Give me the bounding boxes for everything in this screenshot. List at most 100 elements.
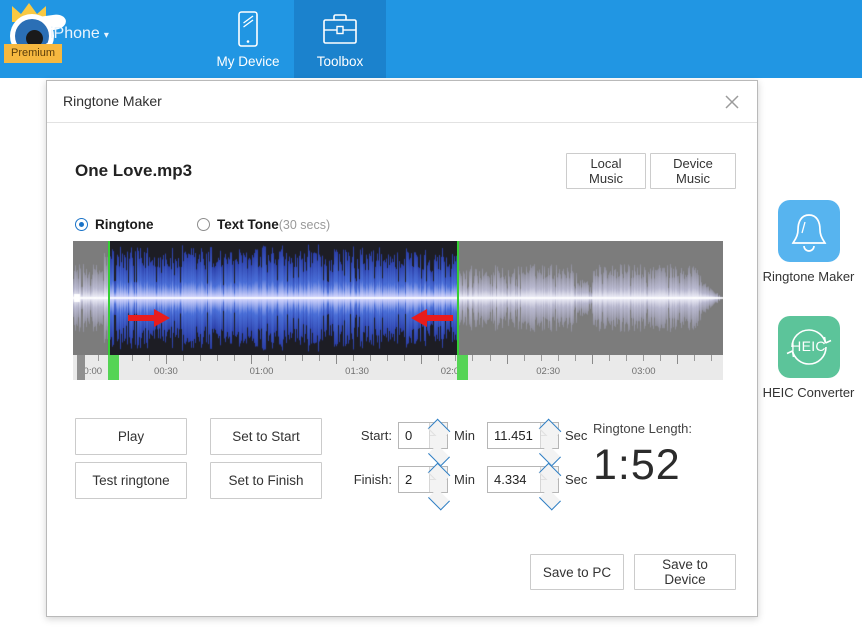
tablet-icon — [202, 10, 294, 50]
sidebar-item-heic-converter-label: HEIC Converter — [762, 385, 855, 400]
ruler-tick — [489, 355, 491, 361]
start-min-unit: Min — [454, 428, 475, 443]
finish-label: Finish: — [353, 472, 392, 487]
ruler-tick — [608, 355, 610, 361]
tab-my-device[interactable]: My Device — [202, 0, 294, 78]
ringtone-maker-dialog: Ringtone Maker One Love.mp3 Local Music … — [46, 80, 758, 617]
selection-start-edge[interactable] — [107, 241, 110, 355]
set-to-finish-button[interactable]: Set to Finish — [210, 462, 322, 499]
radio-text-tone[interactable]: Text Tone(30 secs) — [196, 216, 331, 234]
waveform-editor[interactable]: 0:00 00:30 01:00 01:30 02:00 02:30 03:00 — [73, 241, 723, 380]
bell-icon — [777, 200, 840, 262]
ruler-tick — [131, 355, 133, 361]
ruler-tick-label: 0:00 — [83, 366, 103, 377]
premium-badge: Premium — [4, 44, 62, 63]
local-music-button[interactable]: Local Music — [566, 153, 646, 189]
start-seconds-stepper[interactable]: 11.451 — [487, 418, 562, 467]
ruler-tick — [710, 355, 712, 361]
start-seconds-down-icon[interactable] — [539, 436, 561, 467]
tab-toolbox[interactable]: Toolbox — [294, 0, 386, 78]
device-selector-label: iPhone — [50, 25, 100, 42]
ruler-tick-label: 03:00 — [631, 366, 656, 377]
ruler-tick — [642, 355, 644, 361]
ruler-tick — [165, 355, 167, 364]
radio-ringtone-dot — [75, 218, 88, 231]
selection-end-edge[interactable] — [456, 241, 459, 355]
finish-minutes-value: 2 — [405, 472, 413, 487]
ruler-tick-label: 01:00 — [249, 366, 274, 377]
finish-minutes-up-icon[interactable] — [427, 462, 451, 486]
ruler-tick — [148, 355, 150, 361]
device-music-button[interactable]: Device Music — [650, 153, 736, 189]
start-sec-unit: Sec — [565, 428, 588, 443]
finish-seconds-down-icon[interactable] — [539, 480, 561, 511]
save-to-device-button[interactable]: Save to Device — [634, 554, 736, 590]
start-drag-arrow — [128, 309, 171, 332]
close-icon[interactable] — [719, 89, 745, 115]
start-seconds-arrows[interactable] — [538, 418, 562, 467]
ruler-tick — [387, 355, 389, 361]
ruler-tick — [234, 355, 236, 361]
start-handle[interactable] — [107, 355, 119, 380]
radio-ringtone[interactable]: Ringtone — [75, 216, 154, 234]
device-selector[interactable]: iPhone ▾ — [50, 25, 109, 43]
ruler-tick — [591, 355, 593, 364]
waveform-canvas[interactable] — [73, 241, 723, 355]
briefcase-icon — [294, 10, 386, 50]
ruler-tick — [268, 355, 270, 361]
test-ringtone-button[interactable]: Test ringtone — [75, 462, 187, 499]
app-top-bar: Premium iPhone ▾ My Device Toolbox — [0, 0, 862, 78]
start-minutes-value: 0 — [405, 428, 413, 443]
sidebar-item-ringtone-maker[interactable]: Ringtone Maker — [755, 200, 862, 284]
ruler-tick — [676, 355, 678, 364]
start-minutes-arrows[interactable] — [427, 418, 451, 467]
play-button[interactable]: Play — [75, 418, 187, 455]
set-to-start-button[interactable]: Set to Start — [210, 418, 322, 455]
finish-minutes-down-icon[interactable] — [428, 480, 450, 511]
finish-minutes-stepper[interactable]: 2 — [398, 462, 451, 511]
ruler-tick — [182, 355, 184, 361]
chevron-down-icon: ▾ — [103, 30, 109, 41]
start-seconds-value: 11.451 — [494, 428, 533, 443]
ruler-tick — [625, 355, 627, 361]
radio-text-tone-label: Text Tone — [216, 217, 279, 232]
ruler-tick — [200, 355, 201, 361]
tab-my-device-label: My Device — [216, 54, 280, 69]
finish-seconds-stepper[interactable]: 4.334 — [487, 462, 562, 511]
ruler-tick — [302, 355, 304, 361]
finish-sec-unit: Sec — [565, 472, 588, 487]
finish-seconds-up-icon[interactable] — [538, 462, 562, 486]
save-to-pc-button[interactable]: Save to PC — [530, 554, 624, 590]
ruler-tick — [370, 355, 372, 361]
finish-min-unit: Min — [454, 472, 475, 487]
ruler-tick — [693, 355, 695, 361]
sidebar-item-heic-converter[interactable]: HEIC HEIC Converter — [755, 316, 862, 400]
radio-text-tone-dot — [196, 218, 210, 231]
start-seconds-up-icon[interactable] — [538, 418, 562, 442]
waveform-timeline-ruler[interactable]: 0:00 00:30 01:00 01:30 02:00 02:30 03:00 — [73, 355, 723, 380]
radio-ringtone-label: Ringtone — [95, 217, 154, 232]
ruler-tick — [421, 355, 423, 364]
ruler-tick — [251, 355, 253, 364]
start-minutes-up-icon[interactable] — [427, 418, 451, 442]
ruler-tick — [217, 355, 219, 361]
dialog-title-bar: Ringtone Maker — [47, 81, 757, 123]
finish-handle[interactable] — [456, 355, 468, 380]
playhead-handle[interactable] — [76, 355, 85, 380]
ruler-tick — [506, 355, 508, 364]
ruler-tick — [557, 355, 559, 361]
ruler-tick — [472, 355, 474, 361]
start-minutes-stepper[interactable]: 0 — [398, 418, 451, 467]
finish-seconds-arrows[interactable] — [538, 462, 562, 511]
start-minutes-down-icon[interactable] — [428, 436, 450, 467]
ruler-tick — [438, 355, 440, 361]
heic-icon-text: HEIC — [791, 338, 826, 354]
ruler-tick — [97, 355, 99, 361]
file-name-title: One Love.mp3 — [75, 161, 193, 180]
heic-icon: HEIC — [777, 316, 840, 378]
finish-minutes-arrows[interactable] — [427, 462, 451, 511]
ruler-tick — [659, 355, 661, 361]
brand-area: Premium iPhone ▾ — [0, 0, 160, 78]
radio-text-tone-note: (30 secs) — [278, 218, 331, 232]
ruler-tick — [574, 355, 576, 361]
